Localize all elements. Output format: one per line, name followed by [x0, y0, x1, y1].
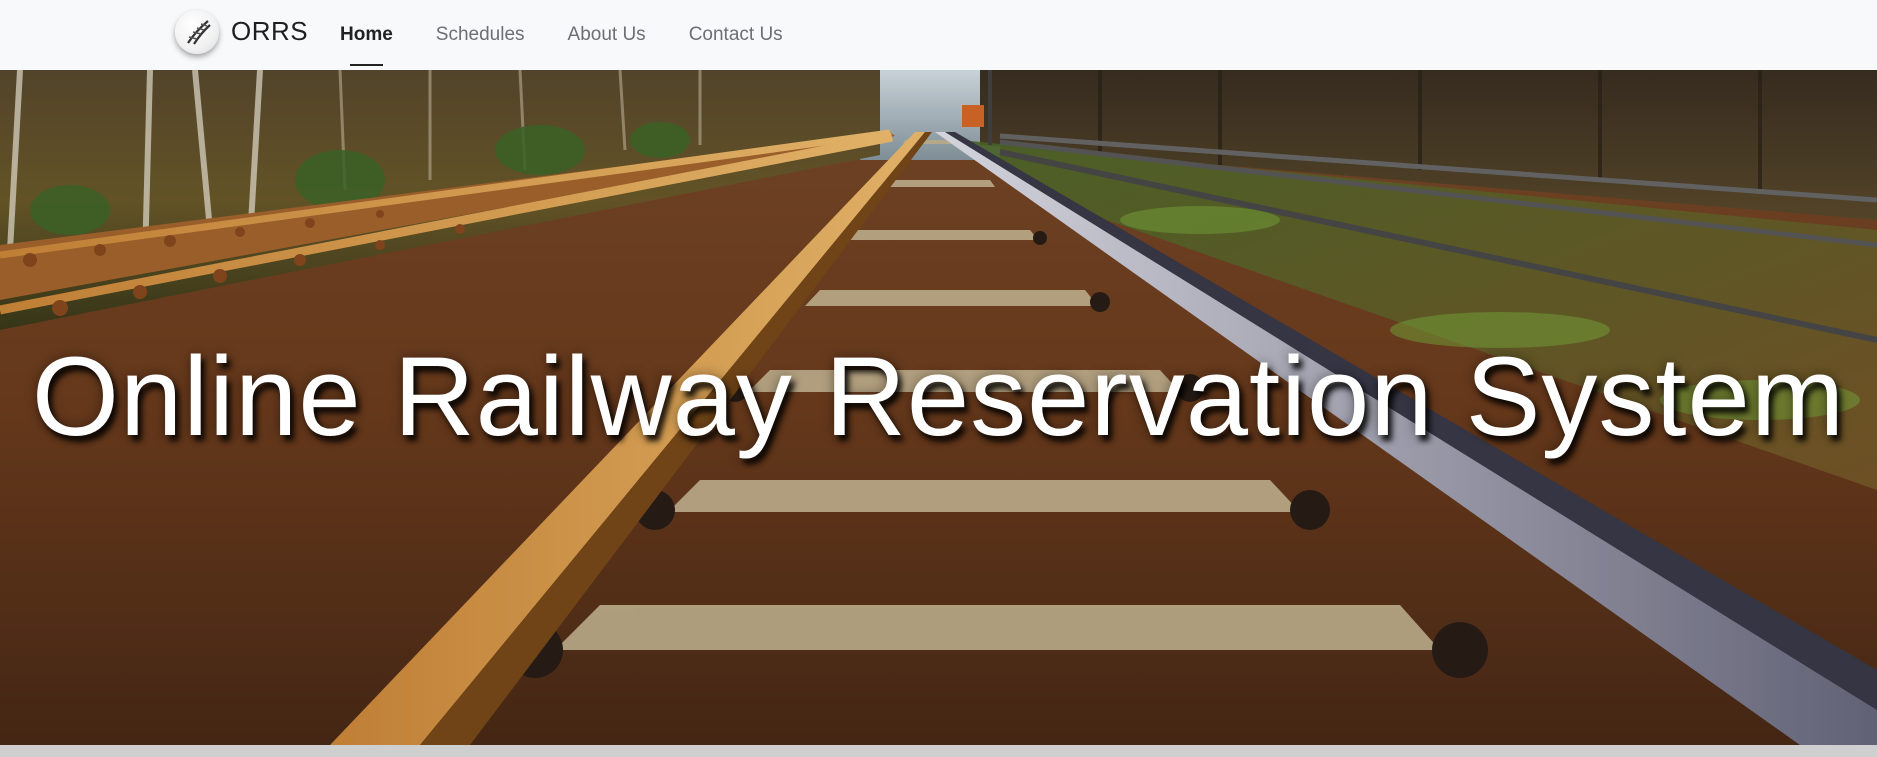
nav-home-link[interactable]: Home: [340, 24, 393, 66]
top-navbar: ORRS Home Schedules About Us Contact Us: [0, 0, 1877, 70]
page-bottom-strip: [0, 745, 1877, 757]
hero-title: Online Railway Reservation System: [31, 334, 1846, 459]
brand-link[interactable]: ORRS: [175, 9, 308, 54]
hero-banner: Online Railway Reservation System: [0, 70, 1877, 745]
main-nav: Home Schedules About Us Contact Us: [340, 0, 826, 70]
nav-schedules-link[interactable]: Schedules: [436, 24, 525, 46]
nav-about-us-link[interactable]: About Us: [568, 24, 646, 46]
nav-contact-us-link[interactable]: Contact Us: [689, 24, 783, 46]
railway-track-logo-icon: [175, 9, 219, 54]
brand-name: ORRS: [231, 16, 309, 46]
